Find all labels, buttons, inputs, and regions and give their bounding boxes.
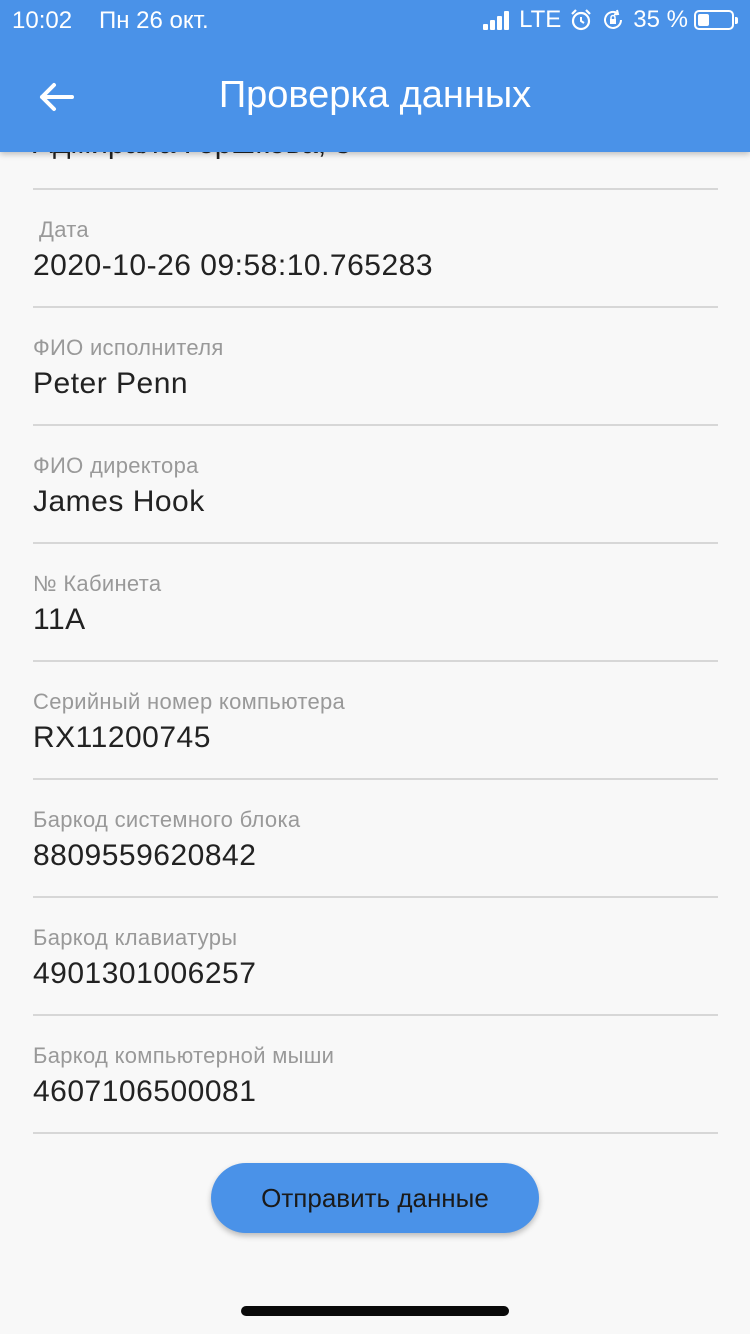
field-label: ФИО исполнителя <box>33 335 224 360</box>
field-keyboard-barcode: Баркод клавиатуры 4901301006257 <box>33 925 718 991</box>
field-label: Баркод системного блока <box>33 807 301 832</box>
status-indicators: LTE 35 % <box>483 6 738 33</box>
battery-icon <box>694 10 738 30</box>
page-title: Проверка данных <box>218 74 532 116</box>
field-office-number: № Кабинета 11A <box>33 571 718 637</box>
app-bar: 10:02 Пн 26 окт. LTE 35 % Проверка данны… <box>0 0 750 152</box>
battery-fill <box>698 14 710 26</box>
field-value: 11A <box>33 603 86 636</box>
divider <box>33 1132 718 1134</box>
field-system-unit-barcode: Баркод системного блока 8809559620842 <box>33 807 718 873</box>
alarm-icon <box>571 9 592 31</box>
status-time: 10:02 <box>12 7 73 34</box>
status-bar: 10:02 Пн 26 окт. LTE 35 % <box>0 0 750 42</box>
home-indicator[interactable] <box>241 1306 509 1316</box>
field-label: ФИО директора <box>33 453 199 478</box>
field-value: James Hook <box>33 485 205 518</box>
divider <box>33 660 718 662</box>
signal-icon <box>483 10 511 30</box>
field-label: Баркод клавиатуры <box>33 925 238 950</box>
divider <box>33 188 718 190</box>
submit-data-button[interactable]: Отправить данные <box>211 1163 539 1233</box>
battery-percent: 35 % <box>633 6 688 33</box>
divider <box>33 542 718 544</box>
field-label: № Кабинета <box>33 571 162 596</box>
divider <box>33 1014 718 1016</box>
field-mouse-barcode: Баркод компьютерной мыши 4607106500081 <box>33 1043 718 1109</box>
field-director-name: ФИО директора James Hook <box>33 453 718 519</box>
field-label: Дата <box>39 217 89 242</box>
divider <box>33 896 718 898</box>
field-computer-serial: Серийный номер компьютера RX11200745 <box>33 689 718 755</box>
field-value: 4901301006257 <box>33 957 257 990</box>
field-value: 2020-10-26 09:58:10.765283 <box>33 249 434 282</box>
network-type: LTE <box>519 6 562 33</box>
rotation-lock-icon <box>604 9 623 29</box>
field-label: Баркод компьютерной мыши <box>33 1043 335 1068</box>
status-date: Пн 26 окт. <box>99 7 209 34</box>
divider <box>33 424 718 426</box>
field-value: 4607106500081 <box>33 1075 257 1108</box>
divider <box>33 778 718 780</box>
field-date: Дата 2020-10-26 09:58:10.765283 <box>33 217 718 283</box>
form-content: Адмирала Горшкова, 3 Дата 2020-10-26 09:… <box>0 0 750 1334</box>
field-value: 8809559620842 <box>33 839 257 872</box>
field-label: Серийный номер компьютера <box>33 689 346 714</box>
divider <box>33 306 718 308</box>
field-value: Peter Penn <box>33 367 189 400</box>
field-executor-name: ФИО исполнителя Peter Penn <box>33 335 718 401</box>
field-value: RX11200745 <box>33 721 211 754</box>
